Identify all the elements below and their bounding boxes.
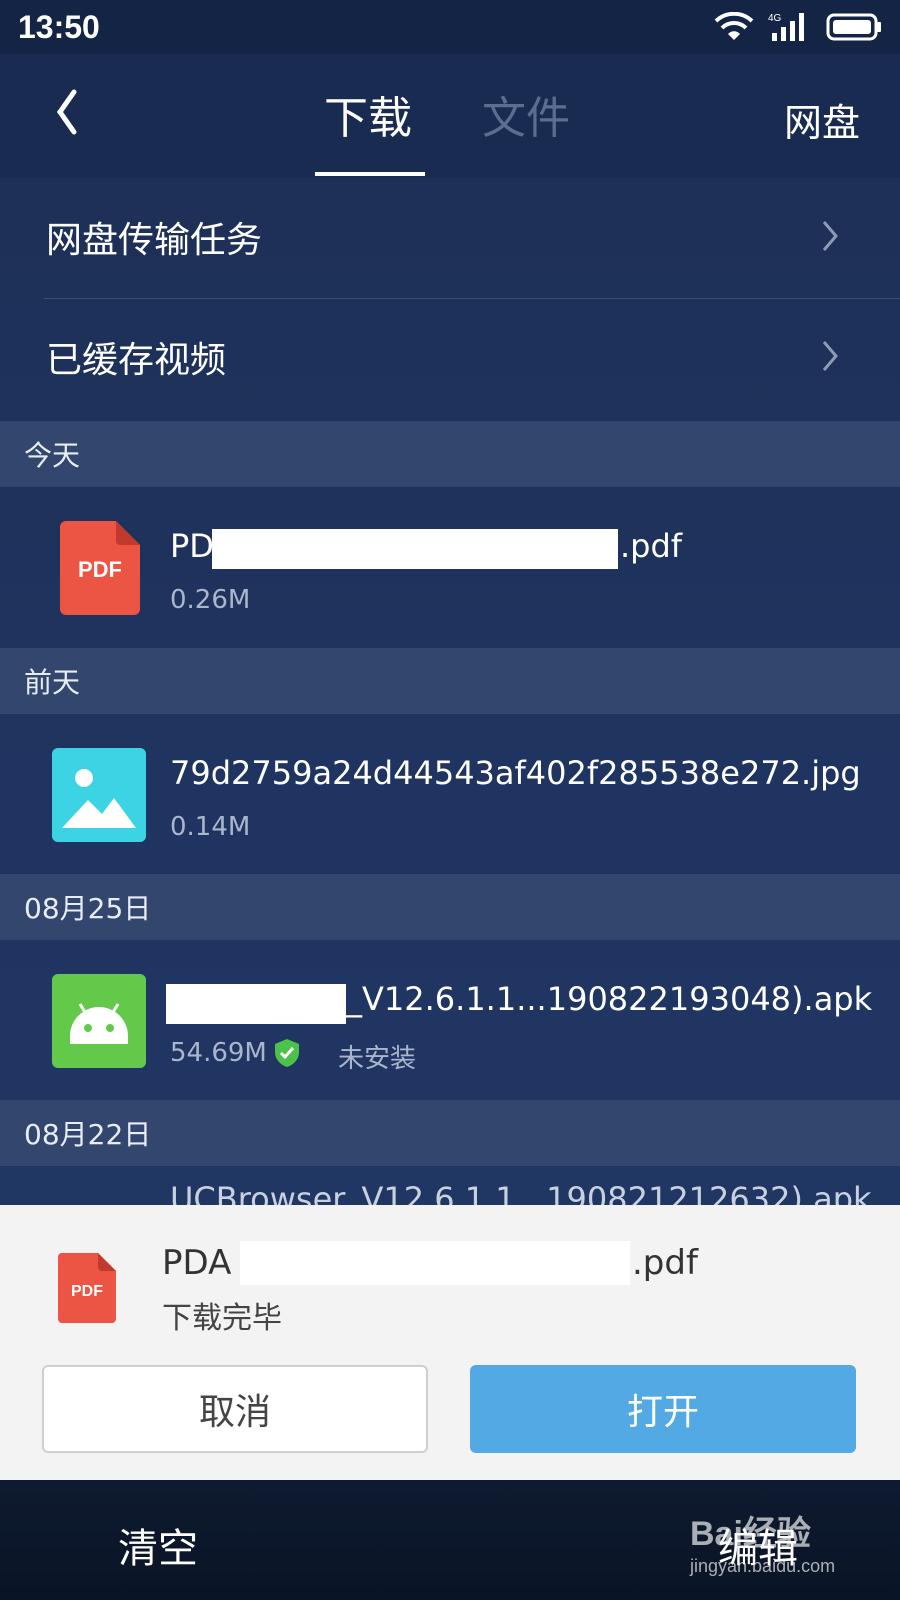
- section-title: 今天: [24, 439, 81, 472]
- cellular-signal-icon: 4G: [768, 13, 804, 41]
- bottom-toolbar: 清空 编辑 Bai经验 jingyan.baidu.com: [0, 1480, 900, 1600]
- section-title: 08月25日: [24, 892, 152, 925]
- file-size: 54.69M: [170, 1038, 267, 1068]
- section-header-aug-25: 08月25日: [0, 874, 900, 940]
- watermark-main: Bai经验: [690, 1515, 811, 1553]
- chevron-right-icon: [822, 341, 838, 371]
- redaction-block: [240, 1241, 630, 1285]
- status-bar: 13:50 4G: [0, 0, 900, 54]
- menu-item-label: 网盘传输任务: [46, 220, 263, 261]
- redaction-block: [166, 984, 346, 1024]
- file-name: UCBrowser_V12.6.1.1...190821212632).apk: [170, 1180, 872, 1206]
- menu-item-label: 已缓存视频: [46, 340, 227, 381]
- file-name-suffix: .pdf: [620, 527, 683, 565]
- section-header-day-before: 前天: [0, 648, 900, 714]
- dialog-title-prefix: PDA: [162, 1243, 232, 1283]
- list-item[interactable]: UCBrowser_V12.6.1.1...190821212632).apk: [0, 1166, 900, 1206]
- list-item[interactable]: 79d2759a24d44543af402f285538e272.jpg 0.1…: [0, 714, 900, 872]
- redaction-block: [212, 529, 618, 569]
- tab-file[interactable]: 文件: [482, 82, 570, 146]
- verified-shield-icon: [275, 1039, 299, 1067]
- file-size: 0.26M: [170, 585, 251, 615]
- cloud-drive-button[interactable]: 网盘: [784, 92, 860, 147]
- watermark-url: jingyan.baidu.com: [690, 1556, 836, 1576]
- cancel-button[interactable]: 取消: [42, 1365, 428, 1453]
- section-header-aug-22: 08月22日: [0, 1100, 900, 1166]
- menu-item-cached-videos[interactable]: 已缓存视频: [0, 298, 900, 416]
- file-name: 79d2759a24d44543af402f285538e272.jpg: [170, 754, 861, 792]
- section-title: 08月22日: [24, 1118, 152, 1151]
- status-icons: 4G: [714, 11, 882, 43]
- android-apk-icon: [52, 974, 146, 1068]
- active-tab-indicator: [315, 172, 425, 176]
- back-button[interactable]: [44, 82, 94, 142]
- file-name-suffix: _V12.6.1.1...190822193048).apk: [346, 980, 873, 1018]
- header: 下载 文件 网盘: [0, 54, 900, 178]
- status-time: 13:50: [18, 8, 100, 45]
- baidu-jingyan-watermark: Bai经验 jingyan.baidu.com: [690, 1500, 860, 1590]
- image-file-icon: [52, 748, 146, 842]
- back-chevron-icon: [56, 89, 77, 135]
- chevron-right-icon: [822, 221, 838, 251]
- clear-button[interactable]: 清空: [118, 1516, 198, 1574]
- dialog-subtitle: 下载完毕: [162, 1301, 282, 1336]
- battery-icon: [826, 13, 881, 41]
- pdf-icon-label: PDF: [71, 1283, 103, 1300]
- dialog-title-suffix: .pdf: [632, 1243, 698, 1283]
- section-title: 前天: [24, 666, 81, 699]
- section-header-today: 今天: [0, 421, 900, 487]
- tab-download[interactable]: 下载: [324, 82, 412, 146]
- download-complete-dialog: PDF PDA .pdf 下载完毕 取消 打开: [0, 1205, 900, 1480]
- list-item[interactable]: _V12.6.1.1...190822193048).apk 54.69M 未安…: [0, 940, 900, 1098]
- pdf-icon-label: PDF: [78, 557, 122, 582]
- file-name-prefix: PD: [170, 527, 214, 565]
- list-item[interactable]: PDF PD .pdf 0.26M: [0, 487, 900, 645]
- pdf-icon: PDF: [60, 521, 140, 615]
- network-type-label: 4G: [768, 13, 782, 24]
- wifi-icon: [714, 12, 754, 40]
- install-status: 未安装: [338, 1044, 417, 1074]
- menu-item-cloud-transfer[interactable]: 网盘传输任务: [0, 178, 900, 296]
- pdf-icon: PDF: [58, 1253, 116, 1323]
- open-button[interactable]: 打开: [470, 1365, 856, 1453]
- file-size: 0.14M: [170, 812, 251, 842]
